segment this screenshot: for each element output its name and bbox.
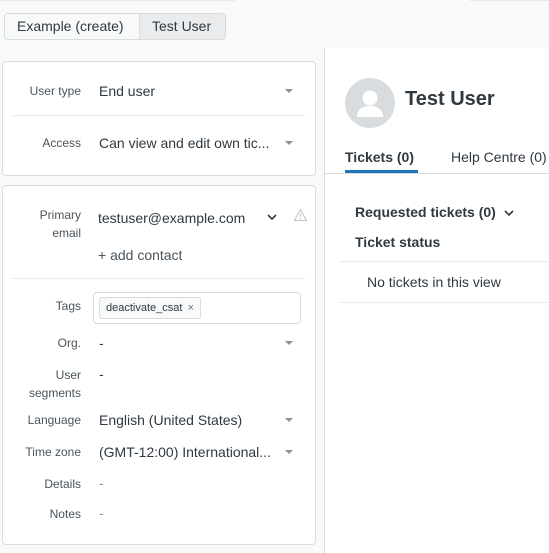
profile-name: Test User: [405, 88, 495, 110]
details-field[interactable]: -: [99, 474, 104, 492]
language-select[interactable]: English (United States): [99, 411, 279, 429]
notes-label: Notes: [49, 507, 81, 521]
table-bottom-divider: [340, 302, 549, 303]
primary-email-label-line2: email: [52, 226, 81, 240]
requested-tickets-toggle[interactable]: Requested tickets (0): [355, 203, 515, 221]
primary-email-label-line1: Primary: [39, 208, 81, 222]
tab-help-centre[interactable]: Help Centre (0): [451, 148, 547, 166]
org-label: Org.: [57, 336, 81, 350]
tag-chip: deactivate_csat ×: [99, 297, 201, 319]
table-header-divider: [340, 261, 549, 262]
top-divider: [0, 0, 235, 3]
requested-tickets-label: Requested tickets (0): [355, 204, 496, 220]
user-type-label: User type: [29, 84, 81, 98]
empty-state-message: No tickets in this view: [367, 274, 501, 290]
caret-down-icon: [285, 450, 293, 454]
timezone-select[interactable]: (GMT-12:00) International...: [99, 443, 279, 461]
notes-field[interactable]: -: [99, 504, 104, 522]
primary-email-label: Primary email: [12, 206, 81, 242]
top-divider-right: [470, 0, 549, 3]
user-type-select[interactable]: End user: [99, 82, 279, 100]
user-type-card: [2, 61, 316, 176]
chevron-down-icon[interactable]: [266, 212, 278, 222]
user-segments-label: User segments: [12, 366, 81, 402]
chevron-down-icon: [504, 210, 514, 217]
active-tab-indicator: [345, 170, 418, 173]
timezone-label: Time zone: [25, 445, 81, 459]
divider: [12, 278, 305, 279]
caret-down-icon: [285, 141, 293, 145]
details-label: Details: [44, 477, 81, 491]
warning-icon: [293, 208, 308, 222]
caret-down-icon: [285, 418, 293, 422]
access-select[interactable]: Can view and edit own tic...: [99, 134, 279, 152]
caret-down-icon: [285, 341, 293, 345]
tag-chip-label: deactivate_csat: [106, 302, 183, 314]
user-segments-label-line1: User: [55, 368, 81, 382]
user-avatar-icon: [345, 78, 395, 128]
language-label: Language: [27, 413, 81, 427]
breadcrumb-org[interactable]: Example (create): [4, 13, 140, 40]
tags-label: Tags: [55, 299, 81, 313]
org-select[interactable]: -: [99, 334, 279, 352]
breadcrumb-user[interactable]: Test User: [139, 13, 226, 40]
tag-remove-icon[interactable]: ×: [187, 302, 193, 314]
divider: [12, 115, 305, 116]
access-label: Access: [42, 136, 81, 150]
add-contact-link[interactable]: + add contact: [98, 246, 182, 264]
user-segments-value: -: [99, 366, 104, 382]
tabs-divider: [325, 173, 549, 174]
primary-email-value[interactable]: testuser@example.com: [98, 209, 263, 227]
caret-down-icon: [285, 89, 293, 93]
user-segments-label-line2: segments: [28, 386, 81, 400]
ticket-status-header[interactable]: Ticket status: [355, 233, 440, 251]
tab-tickets[interactable]: Tickets (0): [345, 148, 414, 166]
